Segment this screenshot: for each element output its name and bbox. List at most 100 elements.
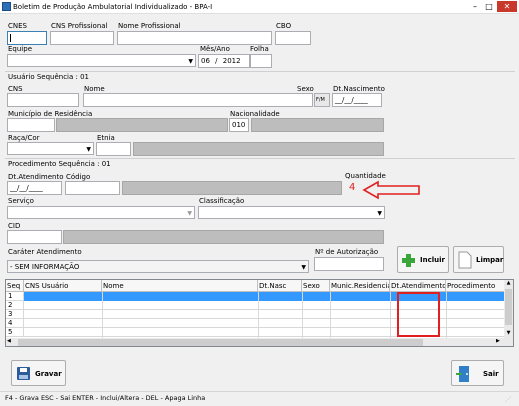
- autorizacao-input[interactable]: [314, 257, 384, 271]
- col-divider: [390, 292, 391, 338]
- col-header: Dt.Atendimento: [391, 280, 446, 292]
- col-divider: [258, 292, 259, 338]
- nacionalidade-value: 010: [232, 121, 246, 129]
- arrow-left-annotation-icon: [362, 180, 420, 200]
- app-icon: [2, 2, 11, 11]
- raca-label: Raça/Cor: [8, 134, 40, 142]
- scroll-up-icon[interactable]: ▲: [504, 280, 513, 288]
- nacionalidade-input[interactable]: 010: [229, 118, 249, 132]
- dt-atend-input[interactable]: __/__/____: [7, 181, 62, 195]
- title-bar: Boletim de Produção Ambulatorial Individ…: [0, 0, 519, 14]
- scroll-thumb[interactable]: [505, 289, 512, 325]
- nome-label: Nome: [84, 85, 105, 93]
- scroll-left-icon[interactable]: ◀: [7, 338, 11, 344]
- status-text: F4 - Grava ESC - Sai ENTER - Inclui/Alte…: [5, 394, 206, 402]
- ano-value: 2012: [222, 57, 241, 65]
- carater-label: Caráter Atendimento: [8, 248, 82, 256]
- col-header: Munic.Residencia: [331, 280, 390, 292]
- limpar-button[interactable]: Limpar: [453, 246, 504, 273]
- sexo-input[interactable]: F/M: [314, 93, 330, 107]
- nome-usuario-input[interactable]: [83, 93, 313, 107]
- blank-page-icon: [458, 251, 472, 269]
- mes-ano-input[interactable]: 06 / 2012: [198, 54, 250, 68]
- window-title: Boletim de Produção Ambulatorial Individ…: [13, 3, 213, 11]
- nasc-input[interactable]: __/__/____: [332, 93, 382, 107]
- vertical-scrollbar[interactable]: ▲ ▼: [504, 280, 513, 338]
- incluir-label: Incluir: [420, 256, 445, 264]
- sair-label: Sair: [483, 370, 499, 378]
- limpar-label: Limpar: [476, 256, 504, 264]
- cnes-label: CNES: [8, 22, 27, 30]
- sexo-label: Sexo: [297, 85, 314, 93]
- cns-prof-label: CNS Profissional: [51, 22, 108, 30]
- cbo-input[interactable]: [275, 31, 311, 45]
- col-divider: [302, 292, 303, 338]
- resize-grip-icon[interactable]: ⋰: [505, 396, 511, 403]
- chevron-down-icon: ▼: [188, 58, 193, 65]
- row-seq: 1: [6, 292, 24, 301]
- cnes-input[interactable]: [7, 31, 47, 45]
- classificacao-select[interactable]: ▼: [198, 206, 385, 219]
- scroll-down-icon[interactable]: ▼: [504, 330, 513, 338]
- classificacao-label: Classificação: [199, 197, 245, 205]
- equipe-select[interactable]: ▼: [7, 54, 196, 67]
- quantidade-value[interactable]: 4: [349, 182, 355, 193]
- folha-label: Folha: [250, 45, 269, 53]
- close-button[interactable]: ✕: [497, 1, 517, 12]
- nacionalidade-label: Nacionalidade: [230, 110, 280, 118]
- procedimento-section-label: Procedimento Sequência : 01: [8, 160, 111, 168]
- table-header: Seq CNS Usuário Nome Dt.Nasc Sexo Munic.…: [6, 280, 506, 292]
- etnia-label: Etnia: [97, 134, 115, 142]
- col-header: CNS Usuário: [24, 280, 102, 292]
- sair-button[interactable]: Sair: [451, 360, 504, 386]
- cns-label: CNS: [8, 85, 23, 93]
- cid-label: CID: [8, 222, 21, 230]
- horizontal-scrollbar[interactable]: ◀ ▶: [6, 338, 513, 346]
- divider: [5, 158, 515, 159]
- servico-select[interactable]: ▼: [7, 206, 195, 219]
- cns-usuario-input[interactable]: [7, 93, 79, 107]
- mes-ano-label: Mês/Ano: [200, 45, 230, 53]
- municipio-code-input[interactable]: [7, 118, 55, 132]
- raca-select[interactable]: ▼: [7, 142, 94, 155]
- municipio-label: Município de Residência: [8, 110, 93, 118]
- scroll-right-icon[interactable]: ▶: [496, 338, 500, 344]
- mes-value: 06: [201, 57, 210, 65]
- mes-ano-separator: /: [215, 57, 218, 65]
- highlight-annotation: [397, 292, 440, 337]
- cid-input[interactable]: [7, 230, 62, 244]
- chevron-down-icon: ▼: [301, 264, 306, 271]
- folha-input[interactable]: [250, 54, 272, 68]
- gravar-button[interactable]: Gravar: [11, 360, 66, 386]
- cns-prof-input[interactable]: [50, 31, 114, 45]
- nasc-label: Dt.Nascimento: [333, 85, 385, 93]
- sexo-hint: F/M: [316, 97, 325, 103]
- carater-select[interactable]: - SEM INFORMAÇÃO ▼: [7, 260, 309, 273]
- row-seq: 4: [6, 319, 24, 328]
- row-seq: 3: [6, 310, 24, 319]
- exit-door-icon: [456, 366, 469, 382]
- col-divider: [446, 292, 447, 338]
- equipe-label: Equipe: [8, 45, 32, 53]
- incluir-button[interactable]: Incluir: [397, 246, 449, 273]
- col-header: Dt.Nasc: [258, 280, 302, 292]
- row-seq: 5: [6, 328, 24, 337]
- chevron-down-icon: ▼: [377, 210, 382, 217]
- gravar-label: Gravar: [35, 370, 62, 378]
- maximize-button[interactable]: □: [482, 1, 496, 12]
- municipio-name-display: [56, 118, 228, 132]
- minimize-button[interactable]: –: [468, 1, 482, 12]
- status-bar: F4 - Grava ESC - Sai ENTER - Inclui/Alte…: [0, 391, 519, 406]
- codigo-input[interactable]: [65, 181, 120, 195]
- nome-prof-input[interactable]: [117, 31, 272, 45]
- scroll-thumb[interactable]: [18, 339, 423, 346]
- procedimento-name-display: [122, 181, 342, 195]
- etnia-input[interactable]: [96, 142, 131, 156]
- col-header: Nome: [102, 280, 258, 292]
- col-divider: [102, 292, 103, 338]
- row-seq: 2: [6, 301, 24, 310]
- col-header: Seq: [6, 280, 24, 292]
- col-divider: [330, 292, 331, 338]
- dt-atend-value: __/__/____: [10, 184, 43, 192]
- divider: [5, 71, 515, 72]
